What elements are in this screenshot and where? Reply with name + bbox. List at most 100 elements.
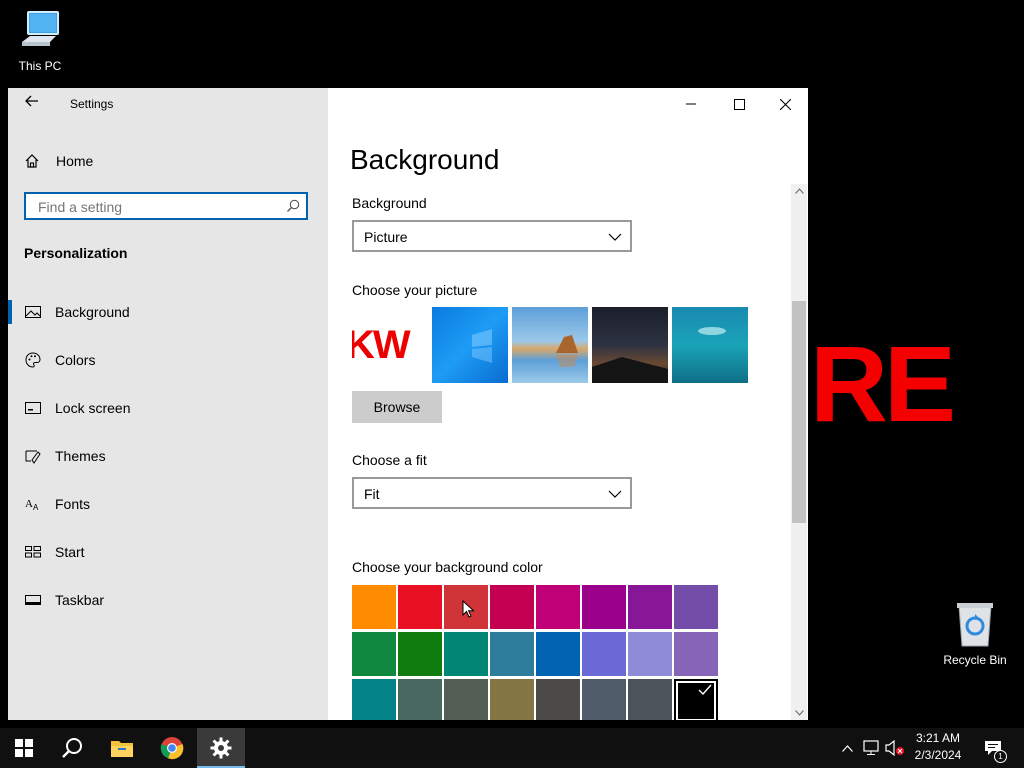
sidebar-item-fonts[interactable]: AA Fonts (8, 482, 328, 526)
search-input[interactable] (36, 198, 280, 216)
color-swatch[interactable] (398, 632, 442, 676)
desktop-wallpaper-text: RE (810, 323, 956, 444)
indicator (8, 444, 12, 468)
file-explorer-button[interactable] (98, 728, 146, 768)
window-title: Settings (70, 97, 114, 111)
color-swatch[interactable] (674, 679, 718, 720)
sidebar-item-label: Lock screen (55, 400, 131, 416)
themes-icon (25, 450, 41, 464)
thumb-text: KW (352, 323, 411, 367)
picture-icon (25, 306, 41, 318)
color-swatch[interactable] (674, 632, 718, 676)
page-title: Background (350, 144, 500, 175)
background-label: Background (352, 195, 427, 211)
color-swatch[interactable] (628, 679, 672, 720)
chevron-down-icon (794, 710, 804, 716)
picture-thumb-1[interactable]: KW (352, 307, 428, 383)
color-swatch[interactable] (582, 632, 626, 676)
settings-window: Settings Home Personalization Background… (8, 88, 808, 720)
taskbar: 3:21 AM 2/3/2024 1 (0, 728, 1024, 768)
chrome-button[interactable] (148, 728, 196, 768)
home-link[interactable]: Home (24, 149, 93, 173)
choose-picture-label: Choose your picture (352, 282, 478, 298)
palette-icon (25, 352, 41, 368)
sidebar-item-taskbar[interactable]: Taskbar (8, 578, 328, 622)
taskbar-search-button[interactable] (48, 728, 96, 768)
color-swatch[interactable] (490, 679, 534, 720)
sidebar-item-label: Fonts (55, 496, 91, 512)
computer-icon (22, 11, 59, 46)
start-button[interactable] (0, 728, 48, 768)
minimize-icon (686, 103, 696, 105)
show-hidden-icons-button[interactable] (838, 728, 856, 768)
browse-button[interactable]: Browse (352, 391, 442, 423)
color-swatch[interactable] (674, 585, 718, 629)
clock-date: 2/3/2024 (914, 748, 962, 762)
back-button[interactable] (22, 94, 42, 114)
home-icon (24, 153, 40, 169)
picture-thumb-4[interactable] (592, 307, 668, 383)
sidebar-item-background[interactable]: Background (8, 290, 328, 334)
network-icon (863, 740, 879, 755)
network-status-button[interactable] (860, 728, 882, 768)
color-swatch[interactable] (398, 585, 442, 629)
color-swatch[interactable] (536, 585, 580, 629)
this-pc-shortcut[interactable]: This PC (0, 8, 80, 73)
this-pc-label: This PC (18, 59, 62, 73)
clock[interactable]: 3:21 AM 2/3/2024 (900, 730, 976, 766)
recycle-bin-shortcut[interactable]: Recycle Bin (935, 600, 1015, 667)
color-swatch[interactable] (582, 679, 626, 720)
color-swatch[interactable] (628, 632, 672, 676)
chevron-down-icon (608, 233, 622, 241)
checkmark-icon (698, 684, 712, 696)
background-dropdown-value: Picture (364, 229, 408, 245)
scroll-up-button[interactable] (791, 184, 807, 198)
windows-logo-icon (472, 329, 492, 363)
picture-thumb-5[interactable] (672, 307, 748, 383)
settings-content: Background Background Picture Choose you… (328, 88, 808, 720)
maximize-button[interactable] (716, 88, 762, 120)
sidebar-item-label: Background (55, 304, 130, 320)
color-swatch[interactable] (536, 632, 580, 676)
color-swatch[interactable] (352, 585, 396, 629)
settings-taskbar-button[interactable] (197, 728, 245, 768)
lock-screen-icon (25, 402, 41, 414)
action-center-button[interactable]: 1 (978, 728, 1008, 768)
color-swatch[interactable] (444, 679, 488, 720)
color-label: Choose your background color (352, 559, 543, 575)
underwater-image (698, 327, 726, 335)
color-swatch[interactable] (490, 585, 534, 629)
sidebar-item-themes[interactable]: Themes (8, 434, 328, 478)
search-box[interactable] (24, 192, 308, 220)
start-icon (25, 546, 41, 558)
color-swatch[interactable] (352, 632, 396, 676)
vertical-scrollbar[interactable] (791, 184, 807, 720)
scroll-thumb[interactable] (792, 301, 806, 523)
color-swatch[interactable] (536, 679, 580, 720)
beach-image (556, 335, 578, 367)
picture-thumb-2[interactable] (432, 307, 508, 383)
color-swatch[interactable] (628, 585, 672, 629)
fit-dropdown[interactable]: Fit (352, 477, 632, 509)
chevron-down-icon (608, 490, 622, 498)
sidebar-item-start[interactable]: Start (8, 530, 328, 574)
background-dropdown[interactable]: Picture (352, 220, 632, 252)
sidebar-item-colors[interactable]: Colors (8, 338, 328, 382)
color-swatch[interactable] (398, 679, 442, 720)
settings-icon (210, 737, 232, 759)
close-button[interactable] (762, 88, 808, 120)
picture-thumb-3[interactable] (512, 307, 588, 383)
sidebar-item-lock-screen[interactable]: Lock screen (8, 386, 328, 430)
scroll-down-button[interactable] (791, 706, 807, 720)
color-swatch[interactable] (490, 632, 534, 676)
minimize-button[interactable] (668, 88, 714, 120)
sidebar-item-label: Taskbar (55, 592, 105, 608)
chevron-up-icon (841, 744, 853, 752)
fonts-icon: AA (25, 498, 39, 512)
color-swatch[interactable] (582, 585, 626, 629)
chevron-up-icon (794, 188, 804, 194)
color-swatch[interactable] (444, 632, 488, 676)
sidebar-item-label: Colors (55, 352, 96, 368)
color-swatch[interactable] (352, 679, 396, 720)
search-icon (62, 738, 82, 758)
